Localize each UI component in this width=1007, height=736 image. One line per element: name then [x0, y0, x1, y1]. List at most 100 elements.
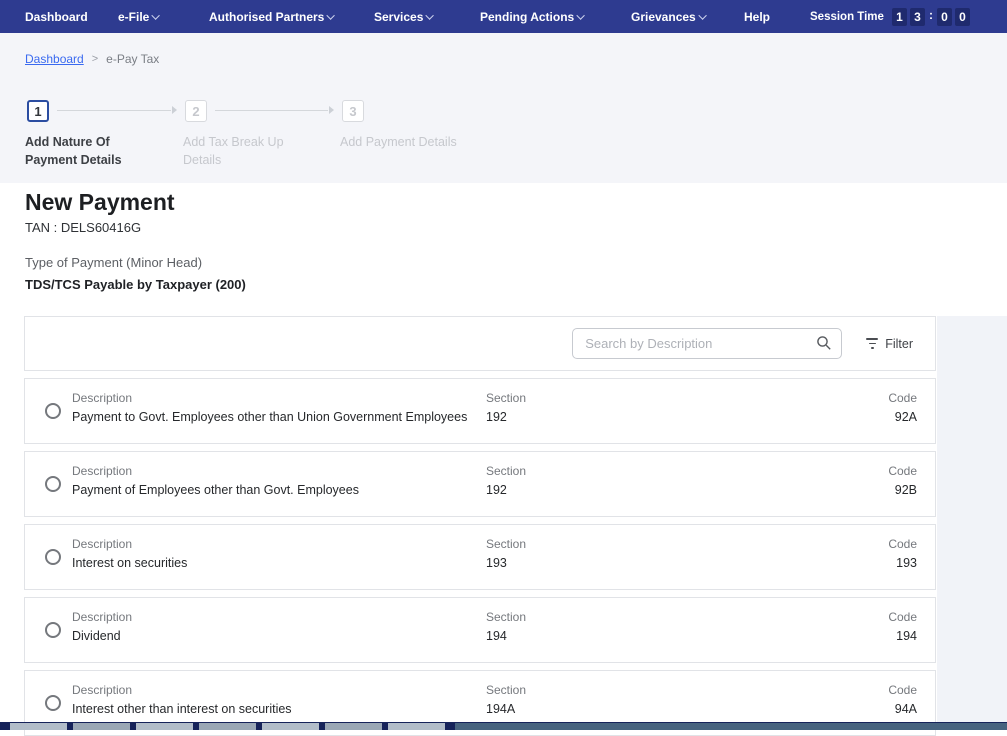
- code-cell: Code 194: [797, 598, 917, 662]
- code-value: 94A: [797, 702, 917, 716]
- description-cell: Description Payment to Govt. Employees ot…: [72, 379, 486, 443]
- section-label: Section: [486, 464, 797, 478]
- description-value: Payment of Employees other than Govt. Em…: [72, 483, 486, 497]
- chevron-down-icon: [577, 11, 585, 19]
- taskbar-segment: [262, 723, 319, 730]
- timer-digit: 0: [937, 8, 952, 26]
- code-label: Code: [797, 391, 917, 405]
- nav-item-grievances[interactable]: Grievances: [631, 0, 707, 33]
- nav-item-label: Dashboard: [25, 10, 88, 24]
- code-label: Code: [797, 610, 917, 624]
- section-label: Section: [486, 683, 797, 697]
- nav-item-label: Pending Actions: [480, 10, 574, 24]
- description-value: Dividend: [72, 629, 486, 643]
- filter-button[interactable]: Filter: [866, 337, 913, 351]
- step-3-box: 3: [342, 100, 364, 122]
- nav-item-authorised-partners[interactable]: Authorised Partners: [209, 0, 335, 33]
- code-cell: Code92B: [797, 452, 917, 516]
- section-cell: Section 194: [486, 598, 797, 662]
- table-row[interactable]: Description Payment to Govt. Employees ot…: [24, 378, 936, 444]
- code-label: Code: [797, 464, 917, 478]
- tan-value: TAN : DELS60416G: [25, 220, 141, 235]
- code-cell: Code 193: [797, 525, 917, 589]
- step-connector: [215, 110, 328, 111]
- taskbar-segment: [325, 723, 382, 730]
- timer-digit: 1: [892, 8, 907, 26]
- timer-colon: :: [928, 8, 934, 26]
- search-icon[interactable]: [816, 335, 832, 351]
- taskbar-segment: [199, 723, 256, 730]
- description-label: Description: [72, 537, 486, 551]
- step-3-label: Add Payment Details: [340, 133, 465, 151]
- nav-item-services[interactable]: Services: [374, 0, 434, 33]
- taskbar-segment: [136, 723, 193, 730]
- section-value: 194A: [486, 702, 797, 716]
- section-cell: Section 192: [486, 379, 797, 443]
- session-time-label: Session Time: [810, 11, 884, 23]
- row-radio-button[interactable]: [45, 695, 61, 711]
- breadcrumb-current: e-Pay Tax: [106, 52, 159, 66]
- step-1-label: Add Nature Of Payment Details: [25, 133, 150, 169]
- code-value: 194: [797, 629, 917, 643]
- section-cell: Section192: [486, 452, 797, 516]
- step-2-box: 2: [185, 100, 207, 122]
- description-label: Description: [72, 610, 486, 624]
- description-value: Interest other than interest on securiti…: [72, 702, 486, 716]
- code-label: Code: [797, 537, 917, 551]
- nav-item-label: Services: [374, 10, 423, 24]
- row-radio-button[interactable]: [45, 476, 61, 492]
- step-connector-arrow-icon: [172, 106, 177, 114]
- nav-item-dashboard[interactable]: Dashboard: [25, 0, 88, 33]
- timer-digit: 0: [955, 8, 970, 26]
- chevron-down-icon: [327, 11, 335, 19]
- taskbar-segment: [73, 723, 130, 730]
- nav-item-label: e-File: [118, 10, 149, 24]
- page-title: New Payment: [25, 189, 175, 216]
- right-gutter: [937, 316, 1007, 722]
- nav-item-help[interactable]: Help: [744, 0, 770, 33]
- description-label: Description: [72, 391, 486, 405]
- step-1-box: 1: [27, 100, 49, 122]
- code-label: Code: [797, 683, 917, 697]
- taskbar-segment: [455, 723, 1007, 730]
- description-label: Description: [72, 464, 486, 478]
- row-radio-button[interactable]: [45, 403, 61, 419]
- breadcrumb-separator: >: [92, 53, 98, 65]
- section-label: Section: [486, 391, 797, 405]
- section-cell: Section 193: [486, 525, 797, 589]
- nav-item-pending-actions[interactable]: Pending Actions: [480, 0, 585, 33]
- description-label: Description: [72, 683, 486, 697]
- section-value: 193: [486, 556, 797, 570]
- nav-item-label: Authorised Partners: [209, 10, 324, 24]
- filter-icon: [866, 338, 878, 348]
- nav-item-label: Help: [744, 10, 770, 24]
- taskbar-segment: [10, 723, 67, 730]
- row-radio-button[interactable]: [45, 622, 61, 638]
- table-row[interactable]: DescriptionInterest on securitiesSection…: [24, 524, 936, 590]
- code-value: 193: [797, 556, 917, 570]
- top-navbar: Dashboard e-File Authorised Partners Servic…: [0, 0, 1007, 33]
- table-row[interactable]: DescriptionDividendSection194Code194: [24, 597, 936, 663]
- section-value: 194: [486, 629, 797, 643]
- minor-head-value: TDS/TCS Payable by Taxpayer (200): [25, 277, 246, 292]
- step-connector: [57, 110, 171, 111]
- section-value: 192: [486, 410, 797, 424]
- description-value: Payment to Govt. Employees other than Un…: [72, 410, 486, 424]
- search-input[interactable]: [572, 328, 842, 359]
- minor-head-label: Type of Payment (Minor Head): [25, 255, 202, 270]
- breadcrumb: Dashboard > e-Pay Tax: [25, 52, 159, 66]
- timer-digit: 3: [910, 8, 925, 26]
- chevron-down-icon: [426, 11, 434, 19]
- step-connector-arrow-icon: [329, 106, 334, 114]
- section-label: Section: [486, 610, 797, 624]
- row-radio-button[interactable]: [45, 549, 61, 565]
- code-value: 92A: [797, 410, 917, 424]
- breadcrumb-dashboard-link[interactable]: Dashboard: [25, 52, 84, 66]
- taskbar-edge: [0, 722, 1007, 730]
- chevron-down-icon: [152, 11, 160, 19]
- table-row[interactable]: Description Payment of Employees other th…: [24, 451, 936, 517]
- taskbar-segment: [388, 723, 445, 730]
- nav-item-e-file[interactable]: e-File: [118, 0, 160, 33]
- step-2-label: Add Tax Break Up Details: [183, 133, 308, 169]
- section-label: Section: [486, 537, 797, 551]
